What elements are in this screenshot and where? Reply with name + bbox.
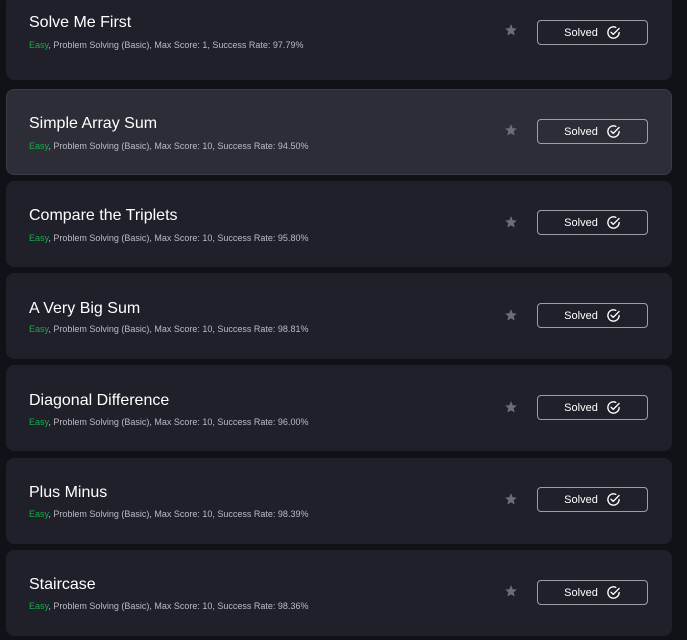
- challenge-title[interactable]: A Very Big Sum: [29, 300, 140, 318]
- solved-label: Solved: [564, 216, 598, 229]
- challenge-details: , Problem Solving (Basic), Max Score: 10…: [48, 233, 309, 243]
- challenge-meta: Easy, Problem Solving (Basic), Max Score…: [29, 40, 303, 50]
- solved-button[interactable]: Solved: [537, 487, 648, 512]
- challenge-title[interactable]: Diagonal Difference: [29, 392, 169, 410]
- difficulty-label: Easy: [29, 141, 49, 151]
- difficulty-label: Easy: [29, 324, 49, 334]
- challenge-details: , Problem Solving (Basic), Max Score: 10…: [48, 509, 309, 519]
- solved-button[interactable]: Solved: [537, 210, 648, 235]
- check-circle-icon: [607, 216, 620, 229]
- challenge-details: , Problem Solving (Basic), Max Score: 1,…: [48, 40, 304, 50]
- challenge-details: , Problem Solving (Basic), Max Score: 10…: [48, 601, 309, 611]
- challenge-card[interactable]: Simple Array Sum Easy, Problem Solving (…: [6, 89, 672, 175]
- challenge-card[interactable]: Solve Me First Easy, Problem Solving (Ba…: [6, 0, 672, 80]
- challenge-title[interactable]: Plus Minus: [29, 484, 107, 502]
- challenge-details: , Problem Solving (Basic), Max Score: 10…: [48, 324, 309, 334]
- solved-button[interactable]: Solved: [537, 119, 648, 144]
- solved-label: Solved: [564, 125, 598, 138]
- challenge-card[interactable]: Compare the Triplets Easy, Problem Solvi…: [6, 181, 672, 267]
- check-circle-icon: [607, 493, 620, 506]
- difficulty-label: Easy: [29, 40, 49, 50]
- challenge-title[interactable]: Staircase: [29, 576, 96, 594]
- challenge-meta: Easy, Problem Solving (Basic), Max Score…: [29, 324, 308, 334]
- challenge-meta: Easy, Problem Solving (Basic), Max Score…: [29, 141, 308, 151]
- difficulty-label: Easy: [29, 509, 49, 519]
- check-circle-icon: [607, 309, 620, 322]
- solved-button[interactable]: Solved: [537, 580, 648, 605]
- challenge-meta: Easy, Problem Solving (Basic), Max Score…: [29, 601, 308, 611]
- solved-button[interactable]: Solved: [537, 395, 648, 420]
- challenge-card[interactable]: Plus Minus Easy, Problem Solving (Basic)…: [6, 458, 672, 544]
- challenge-details: , Problem Solving (Basic), Max Score: 10…: [48, 417, 309, 427]
- solved-label: Solved: [564, 586, 598, 599]
- star-icon[interactable]: [504, 584, 518, 598]
- check-circle-icon: [607, 26, 620, 39]
- solved-button[interactable]: Solved: [537, 303, 648, 328]
- star-icon[interactable]: [504, 400, 518, 414]
- challenge-details: , Problem Solving (Basic), Max Score: 10…: [48, 141, 309, 151]
- star-icon[interactable]: [504, 308, 518, 322]
- star-icon[interactable]: [504, 492, 518, 506]
- difficulty-label: Easy: [29, 601, 49, 611]
- solved-label: Solved: [564, 26, 598, 39]
- star-icon[interactable]: [504, 123, 518, 137]
- solved-label: Solved: [564, 309, 598, 322]
- difficulty-label: Easy: [29, 417, 49, 427]
- challenge-title[interactable]: Compare the Triplets: [29, 207, 178, 225]
- challenge-card[interactable]: Diagonal Difference Easy, Problem Solvin…: [6, 365, 672, 451]
- challenge-meta: Easy, Problem Solving (Basic), Max Score…: [29, 417, 308, 427]
- challenge-meta: Easy, Problem Solving (Basic), Max Score…: [29, 509, 308, 519]
- check-circle-icon: [607, 401, 620, 414]
- challenge-card[interactable]: A Very Big Sum Easy, Problem Solving (Ba…: [6, 273, 672, 359]
- star-icon[interactable]: [504, 23, 518, 37]
- solved-button[interactable]: Solved: [537, 20, 648, 45]
- challenge-title[interactable]: Solve Me First: [29, 14, 131, 32]
- challenge-card[interactable]: Staircase Easy, Problem Solving (Basic),…: [6, 550, 672, 636]
- difficulty-label: Easy: [29, 233, 49, 243]
- star-icon[interactable]: [504, 215, 518, 229]
- check-circle-icon: [607, 586, 620, 599]
- challenge-meta: Easy, Problem Solving (Basic), Max Score…: [29, 233, 308, 243]
- challenge-title[interactable]: Simple Array Sum: [29, 115, 157, 133]
- solved-label: Solved: [564, 401, 598, 414]
- check-circle-icon: [607, 125, 620, 138]
- solved-label: Solved: [564, 493, 598, 506]
- challenge-list: Solve Me First Easy, Problem Solving (Ba…: [0, 0, 687, 640]
